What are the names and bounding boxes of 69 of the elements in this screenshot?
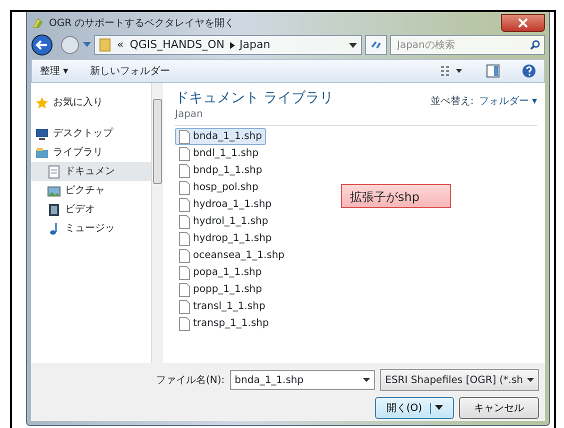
sidebar-item[interactable]: ビデオ — [31, 200, 151, 219]
breadcrumb-item[interactable]: Japan — [240, 36, 270, 54]
library-subtitle: Japan — [175, 108, 204, 122]
sidebar-item[interactable]: デスクトップ — [31, 124, 151, 143]
file-icon — [179, 232, 190, 246]
dropdown-arrow-icon[interactable] — [527, 378, 534, 382]
file-icon — [179, 300, 190, 314]
new-folder-button[interactable]: 新しいフォルダー — [90, 64, 170, 78]
file-item[interactable]: hydrop_1_1.shp — [175, 230, 276, 247]
close-icon — [518, 18, 528, 28]
file-icon — [179, 180, 190, 194]
file-item[interactable]: hydroa_1_1.shp — [175, 196, 276, 213]
preview-pane-icon[interactable] — [486, 64, 500, 78]
file-icon — [179, 214, 190, 228]
picture-icon — [47, 184, 61, 198]
sort-label: 並べ替え: — [430, 94, 474, 109]
sidebar-item[interactable]: お気に入り — [31, 93, 151, 112]
folder-icon — [99, 38, 111, 52]
open-button[interactable]: 開く(O) — [375, 397, 454, 419]
star-icon — [35, 96, 49, 110]
file-item[interactable]: oceansea_1_1.shp — [175, 247, 289, 264]
address-bar[interactable]: « QGIS_HANDS_ON Japan — [94, 35, 362, 55]
organize-menu[interactable]: 整理 ▾ — [40, 64, 68, 78]
file-item[interactable]: popp_1_1.shp — [175, 281, 266, 298]
app-icon — [31, 16, 45, 30]
window-title: OGR のサポートするベクタレイヤを開く — [49, 16, 235, 30]
sidebar-item[interactable]: ミュージッ — [31, 219, 151, 238]
sort-dropdown[interactable]: フォルダー ▾ — [478, 94, 537, 109]
file-item[interactable]: transl_1_1.shp — [175, 298, 270, 315]
file-item[interactable]: popa_1_1.shp — [175, 264, 266, 281]
scrollbar[interactable] — [151, 83, 163, 363]
sidebar-item[interactable]: ドキュメン — [31, 162, 151, 181]
callout-note: 拡張子がshp — [341, 184, 451, 208]
close-button[interactable] — [501, 14, 545, 32]
file-item[interactable]: transp_1_1.shp — [175, 315, 273, 332]
sidebar-item[interactable]: ライブラリ — [31, 143, 151, 162]
help-icon[interactable] — [522, 64, 536, 78]
file-item[interactable]: bndp_1_1.shp — [175, 162, 266, 179]
library-icon — [35, 146, 49, 160]
dropdown-arrow-icon[interactable] — [435, 405, 443, 410]
file-icon — [179, 146, 190, 160]
document-icon — [47, 164, 61, 178]
file-icon — [179, 316, 190, 330]
path-overflow[interactable]: « — [117, 36, 124, 54]
cancel-button[interactable]: キャンセル — [459, 397, 539, 419]
sidebar-item[interactable]: ピクチャ — [31, 181, 151, 200]
filename-field[interactable]: bnda_1_1.shp — [230, 370, 376, 390]
breadcrumb-item[interactable]: QGIS_HANDS_ON — [130, 36, 225, 54]
search-icon — [530, 40, 540, 50]
breadcrumb-arrow-icon[interactable] — [230, 42, 235, 48]
monitor-icon — [35, 126, 49, 140]
file-item[interactable]: hosp_pol.shp — [175, 179, 262, 196]
history-dropdown-icon[interactable] — [83, 42, 91, 48]
file-icon — [179, 130, 190, 144]
dropdown-arrow-icon[interactable] — [349, 42, 357, 48]
film-icon — [47, 202, 61, 216]
file-item[interactable]: bnda_1_1.shp — [175, 128, 266, 145]
file-icon — [179, 266, 190, 280]
view-options-icon[interactable] — [440, 65, 464, 77]
file-icon — [179, 248, 190, 262]
file-icon — [179, 198, 190, 212]
file-type-dropdown[interactable]: ESRI Shapefiles [OGR] (*.sh — [380, 369, 539, 391]
file-icon — [179, 164, 190, 178]
file-item[interactable]: hydrol_1_1.shp — [175, 213, 272, 230]
dropdown-arrow-icon[interactable] — [363, 378, 370, 382]
file-icon — [179, 282, 190, 296]
file-item[interactable]: bndl_1_1.shp — [175, 145, 263, 162]
library-title: ドキュメント ライブラリ — [175, 89, 334, 107]
filename-label: ファイル名(N): — [156, 374, 225, 388]
